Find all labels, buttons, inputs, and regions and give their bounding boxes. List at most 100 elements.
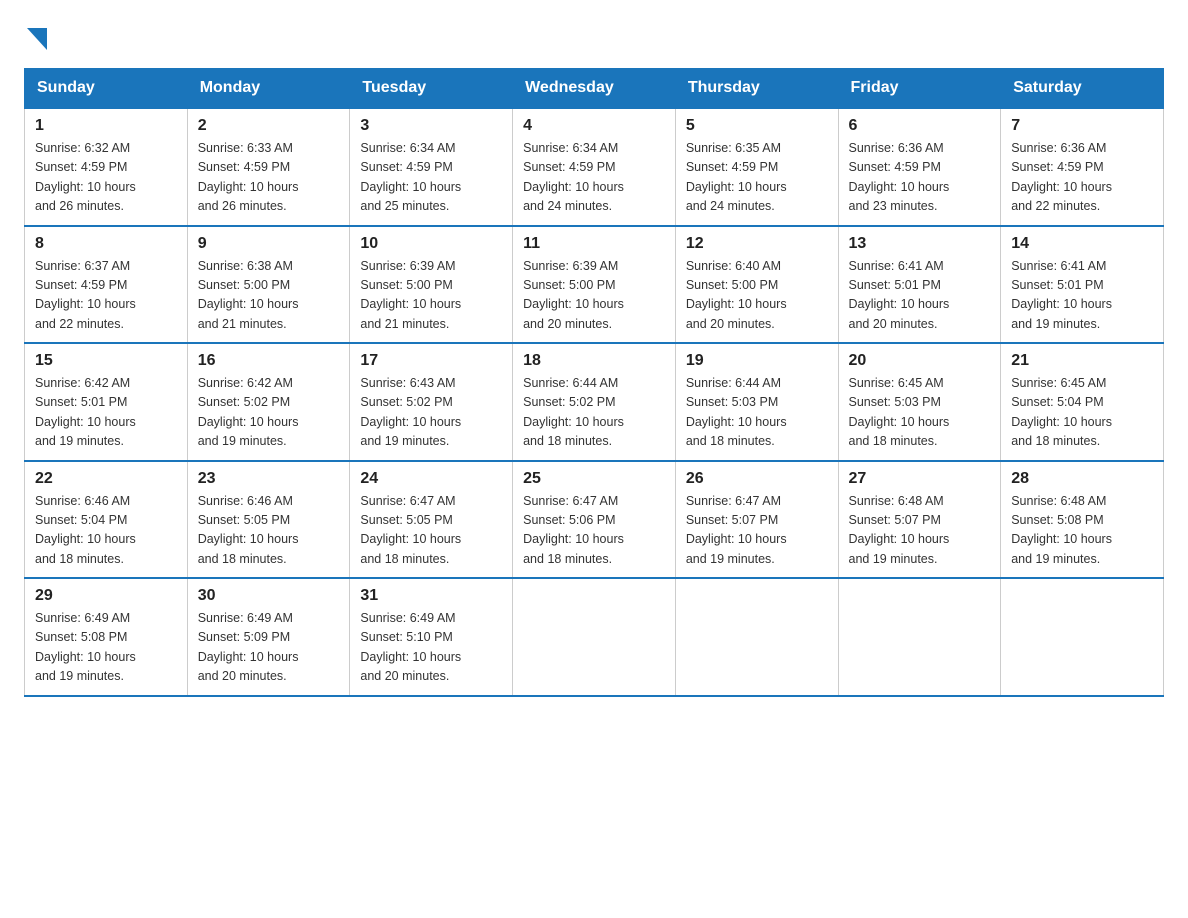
day-number: 5: [686, 117, 828, 135]
calendar-cell: 26 Sunrise: 6:47 AMSunset: 5:07 PMDaylig…: [675, 461, 838, 579]
calendar-week-5: 29 Sunrise: 6:49 AMSunset: 5:08 PMDaylig…: [25, 578, 1164, 696]
day-number: 8: [35, 235, 177, 253]
calendar-cell: 12 Sunrise: 6:40 AMSunset: 5:00 PMDaylig…: [675, 226, 838, 344]
day-info: Sunrise: 6:44 AMSunset: 5:02 PMDaylight:…: [523, 374, 665, 452]
day-number: 12: [686, 235, 828, 253]
day-info: Sunrise: 6:44 AMSunset: 5:03 PMDaylight:…: [686, 374, 828, 452]
day-number: 23: [198, 470, 340, 488]
day-info: Sunrise: 6:47 AMSunset: 5:05 PMDaylight:…: [360, 492, 502, 570]
day-number: 15: [35, 352, 177, 370]
calendar-cell: [675, 578, 838, 696]
day-info: Sunrise: 6:49 AMSunset: 5:10 PMDaylight:…: [360, 609, 502, 687]
day-number: 3: [360, 117, 502, 135]
day-info: Sunrise: 6:35 AMSunset: 4:59 PMDaylight:…: [686, 139, 828, 217]
day-number: 7: [1011, 117, 1153, 135]
page-header: [24, 24, 1164, 48]
day-info: Sunrise: 6:41 AMSunset: 5:01 PMDaylight:…: [849, 257, 991, 335]
calendar-cell: 4 Sunrise: 6:34 AMSunset: 4:59 PMDayligh…: [513, 108, 676, 226]
calendar-cell: 19 Sunrise: 6:44 AMSunset: 5:03 PMDaylig…: [675, 343, 838, 461]
calendar-cell: 10 Sunrise: 6:39 AMSunset: 5:00 PMDaylig…: [350, 226, 513, 344]
calendar-cell: 24 Sunrise: 6:47 AMSunset: 5:05 PMDaylig…: [350, 461, 513, 579]
day-number: 26: [686, 470, 828, 488]
calendar-cell: 27 Sunrise: 6:48 AMSunset: 5:07 PMDaylig…: [838, 461, 1001, 579]
day-number: 31: [360, 587, 502, 605]
day-info: Sunrise: 6:46 AMSunset: 5:05 PMDaylight:…: [198, 492, 340, 570]
calendar-cell: 2 Sunrise: 6:33 AMSunset: 4:59 PMDayligh…: [187, 108, 350, 226]
day-number: 4: [523, 117, 665, 135]
day-info: Sunrise: 6:49 AMSunset: 5:08 PMDaylight:…: [35, 609, 177, 687]
calendar-cell: 3 Sunrise: 6:34 AMSunset: 4:59 PMDayligh…: [350, 108, 513, 226]
calendar-week-3: 15 Sunrise: 6:42 AMSunset: 5:01 PMDaylig…: [25, 343, 1164, 461]
day-info: Sunrise: 6:47 AMSunset: 5:06 PMDaylight:…: [523, 492, 665, 570]
day-info: Sunrise: 6:43 AMSunset: 5:02 PMDaylight:…: [360, 374, 502, 452]
day-number: 10: [360, 235, 502, 253]
calendar-cell: 1 Sunrise: 6:32 AMSunset: 4:59 PMDayligh…: [25, 108, 188, 226]
calendar-cell: 17 Sunrise: 6:43 AMSunset: 5:02 PMDaylig…: [350, 343, 513, 461]
day-number: 9: [198, 235, 340, 253]
calendar-cell: 31 Sunrise: 6:49 AMSunset: 5:10 PMDaylig…: [350, 578, 513, 696]
calendar-week-2: 8 Sunrise: 6:37 AMSunset: 4:59 PMDayligh…: [25, 226, 1164, 344]
day-info: Sunrise: 6:42 AMSunset: 5:02 PMDaylight:…: [198, 374, 340, 452]
day-info: Sunrise: 6:38 AMSunset: 5:00 PMDaylight:…: [198, 257, 340, 335]
day-info: Sunrise: 6:41 AMSunset: 5:01 PMDaylight:…: [1011, 257, 1153, 335]
calendar-week-4: 22 Sunrise: 6:46 AMSunset: 5:04 PMDaylig…: [25, 461, 1164, 579]
calendar-cell: [513, 578, 676, 696]
day-number: 17: [360, 352, 502, 370]
day-number: 14: [1011, 235, 1153, 253]
calendar-cell: 16 Sunrise: 6:42 AMSunset: 5:02 PMDaylig…: [187, 343, 350, 461]
calendar-table: SundayMondayTuesdayWednesdayThursdayFrid…: [24, 68, 1164, 697]
day-number: 18: [523, 352, 665, 370]
column-header-wednesday: Wednesday: [513, 69, 676, 109]
calendar-cell: 14 Sunrise: 6:41 AMSunset: 5:01 PMDaylig…: [1001, 226, 1164, 344]
column-header-friday: Friday: [838, 69, 1001, 109]
day-info: Sunrise: 6:45 AMSunset: 5:04 PMDaylight:…: [1011, 374, 1153, 452]
calendar-cell: 5 Sunrise: 6:35 AMSunset: 4:59 PMDayligh…: [675, 108, 838, 226]
day-number: 21: [1011, 352, 1153, 370]
day-info: Sunrise: 6:48 AMSunset: 5:08 PMDaylight:…: [1011, 492, 1153, 570]
column-header-saturday: Saturday: [1001, 69, 1164, 109]
day-number: 19: [686, 352, 828, 370]
day-info: Sunrise: 6:48 AMSunset: 5:07 PMDaylight:…: [849, 492, 991, 570]
calendar-cell: 28 Sunrise: 6:48 AMSunset: 5:08 PMDaylig…: [1001, 461, 1164, 579]
day-info: Sunrise: 6:36 AMSunset: 4:59 PMDaylight:…: [1011, 139, 1153, 217]
day-number: 2: [198, 117, 340, 135]
calendar-cell: 7 Sunrise: 6:36 AMSunset: 4:59 PMDayligh…: [1001, 108, 1164, 226]
column-header-sunday: Sunday: [25, 69, 188, 109]
day-info: Sunrise: 6:45 AMSunset: 5:03 PMDaylight:…: [849, 374, 991, 452]
column-header-monday: Monday: [187, 69, 350, 109]
day-number: 11: [523, 235, 665, 253]
day-info: Sunrise: 6:33 AMSunset: 4:59 PMDaylight:…: [198, 139, 340, 217]
day-number: 20: [849, 352, 991, 370]
column-header-thursday: Thursday: [675, 69, 838, 109]
calendar-cell: 18 Sunrise: 6:44 AMSunset: 5:02 PMDaylig…: [513, 343, 676, 461]
calendar-cell: 15 Sunrise: 6:42 AMSunset: 5:01 PMDaylig…: [25, 343, 188, 461]
day-number: 1: [35, 117, 177, 135]
logo: [24, 24, 47, 48]
day-number: 22: [35, 470, 177, 488]
day-info: Sunrise: 6:36 AMSunset: 4:59 PMDaylight:…: [849, 139, 991, 217]
day-number: 6: [849, 117, 991, 135]
calendar-cell: 25 Sunrise: 6:47 AMSunset: 5:06 PMDaylig…: [513, 461, 676, 579]
day-info: Sunrise: 6:37 AMSunset: 4:59 PMDaylight:…: [35, 257, 177, 335]
calendar-cell: 11 Sunrise: 6:39 AMSunset: 5:00 PMDaylig…: [513, 226, 676, 344]
day-number: 13: [849, 235, 991, 253]
day-info: Sunrise: 6:40 AMSunset: 5:00 PMDaylight:…: [686, 257, 828, 335]
day-info: Sunrise: 6:46 AMSunset: 5:04 PMDaylight:…: [35, 492, 177, 570]
day-number: 16: [198, 352, 340, 370]
day-number: 28: [1011, 470, 1153, 488]
calendar-cell: 6 Sunrise: 6:36 AMSunset: 4:59 PMDayligh…: [838, 108, 1001, 226]
day-info: Sunrise: 6:39 AMSunset: 5:00 PMDaylight:…: [360, 257, 502, 335]
calendar-cell: 20 Sunrise: 6:45 AMSunset: 5:03 PMDaylig…: [838, 343, 1001, 461]
day-info: Sunrise: 6:34 AMSunset: 4:59 PMDaylight:…: [523, 139, 665, 217]
calendar-week-1: 1 Sunrise: 6:32 AMSunset: 4:59 PMDayligh…: [25, 108, 1164, 226]
calendar-header-row: SundayMondayTuesdayWednesdayThursdayFrid…: [25, 69, 1164, 109]
calendar-cell: 29 Sunrise: 6:49 AMSunset: 5:08 PMDaylig…: [25, 578, 188, 696]
calendar-cell: [838, 578, 1001, 696]
calendar-cell: 22 Sunrise: 6:46 AMSunset: 5:04 PMDaylig…: [25, 461, 188, 579]
day-info: Sunrise: 6:42 AMSunset: 5:01 PMDaylight:…: [35, 374, 177, 452]
day-info: Sunrise: 6:34 AMSunset: 4:59 PMDaylight:…: [360, 139, 502, 217]
day-number: 30: [198, 587, 340, 605]
column-header-tuesday: Tuesday: [350, 69, 513, 109]
day-number: 24: [360, 470, 502, 488]
day-number: 25: [523, 470, 665, 488]
